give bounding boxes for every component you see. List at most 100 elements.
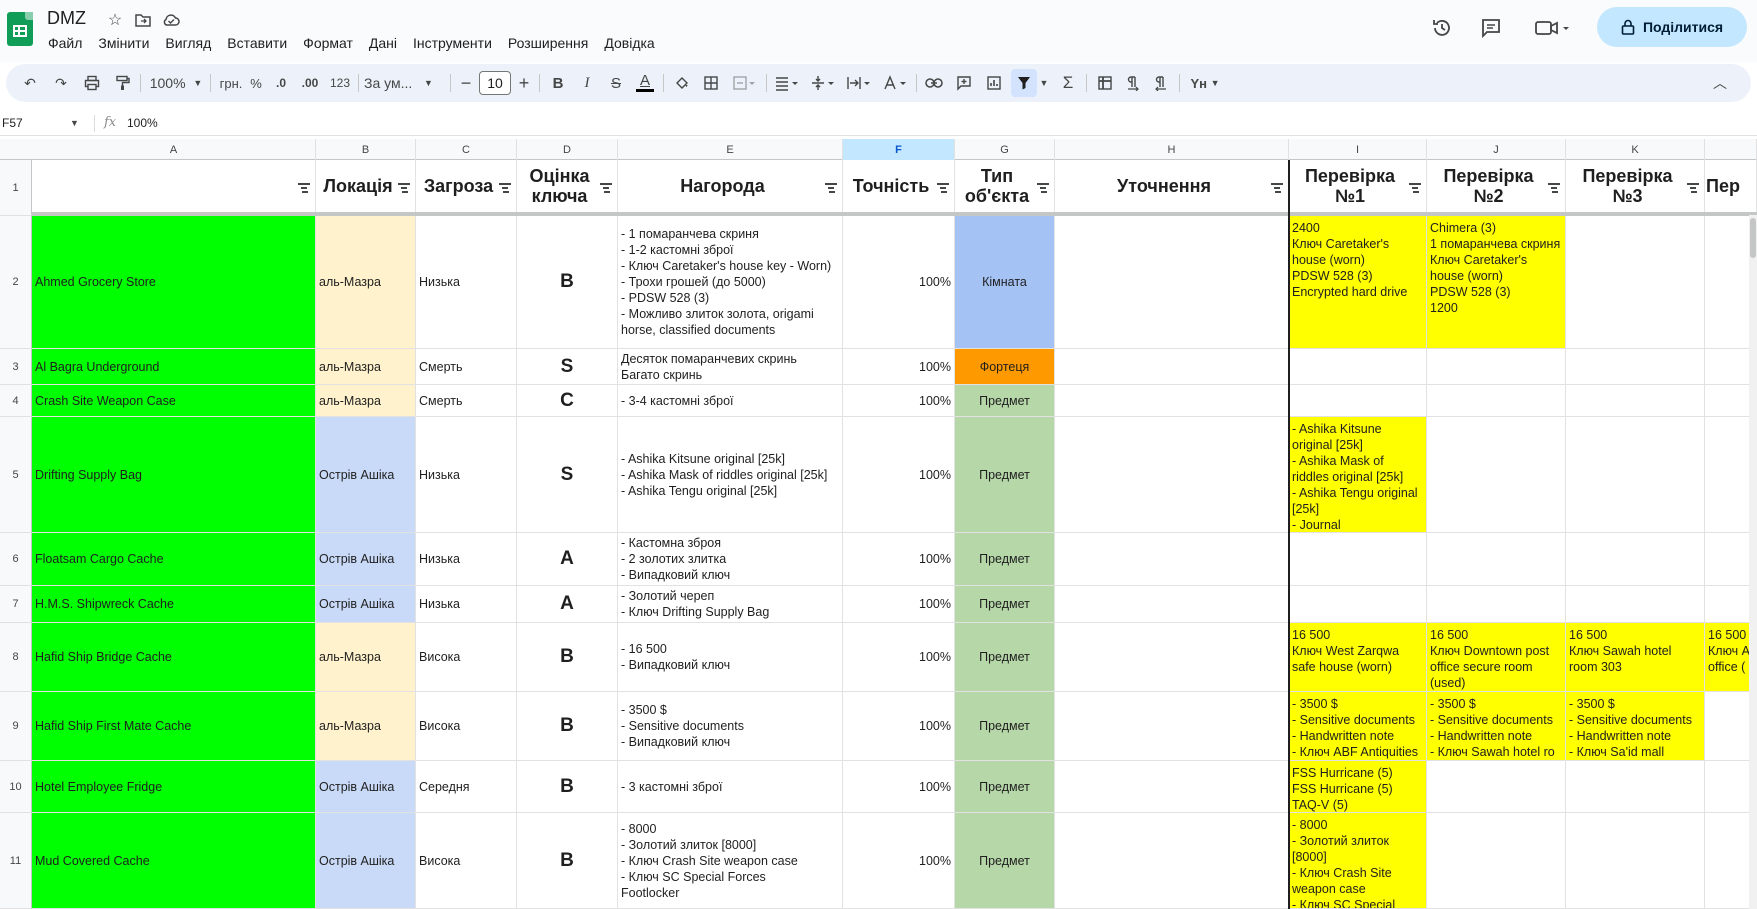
reward-cell[interactable]: - Ashika Kitsune original [25k] - Ashika… xyxy=(618,417,843,533)
clarification-cell[interactable] xyxy=(1055,623,1289,692)
threat-cell[interactable]: Висока xyxy=(416,692,517,761)
check1-cell[interactable] xyxy=(1289,586,1427,623)
header-cell[interactable]: Перевірка №3 xyxy=(1566,160,1705,212)
column-header-h[interactable]: H xyxy=(1055,139,1289,160)
header-cell[interactable] xyxy=(32,160,316,212)
check1-cell[interactable] xyxy=(1289,349,1427,385)
grade-cell[interactable]: B xyxy=(517,692,618,761)
check2-cell[interactable]: 16 500 Ключ Downtown post office secure … xyxy=(1427,623,1566,692)
check2-cell[interactable] xyxy=(1427,586,1566,623)
row-header[interactable]: 9 xyxy=(0,692,32,761)
scrollbar-thumb[interactable] xyxy=(1750,218,1756,258)
type-cell[interactable]: Предмет xyxy=(955,813,1055,909)
font-family-select[interactable]: За ум... ▼ xyxy=(364,69,444,97)
column-header-e[interactable]: E xyxy=(618,139,843,160)
column-header-b[interactable]: B xyxy=(316,139,416,160)
name-cell[interactable]: Crash Site Weapon Case xyxy=(32,385,316,417)
row-header[interactable]: 1 xyxy=(0,160,32,216)
filter-dropdown-icon[interactable] xyxy=(398,183,410,193)
type-cell[interactable]: Предмет xyxy=(955,623,1055,692)
type-cell[interactable]: Предмет xyxy=(955,533,1055,586)
strikethrough-button[interactable]: S xyxy=(602,69,630,97)
location-cell[interactable]: аль-Мазра xyxy=(316,385,416,417)
check1-cell[interactable]: FSS Hurricane (5) FSS Hurricane (5) TAQ-… xyxy=(1289,761,1427,813)
location-cell[interactable]: аль-Мазра xyxy=(316,623,416,692)
menu-tools[interactable]: Інструменти xyxy=(405,34,500,52)
name-cell[interactable]: Drifting Supply Bag xyxy=(32,417,316,533)
share-button[interactable]: Поділитися xyxy=(1597,7,1747,47)
clarification-cell[interactable] xyxy=(1055,385,1289,417)
menu-format[interactable]: Формат xyxy=(295,34,361,52)
check1-cell[interactable] xyxy=(1289,533,1427,586)
clarification-cell[interactable] xyxy=(1055,533,1289,586)
menu-file[interactable]: Файл xyxy=(40,34,90,52)
filter-dropdown-icon[interactable] xyxy=(1037,183,1049,193)
accuracy-cell[interactable]: 100% xyxy=(843,216,955,349)
clarification-cell[interactable] xyxy=(1055,417,1289,533)
check1-cell[interactable]: 16 500 Ключ West Zarqwa safe house (worn… xyxy=(1289,623,1427,692)
increase-decimal-button[interactable]: .00 xyxy=(295,69,325,97)
column-header-d[interactable]: D xyxy=(517,139,618,160)
grade-cell[interactable]: B xyxy=(517,813,618,909)
check2-cell[interactable] xyxy=(1427,761,1566,813)
move-folder-icon[interactable] xyxy=(132,9,154,31)
merge-cells-icon[interactable] xyxy=(726,69,762,97)
accuracy-cell[interactable]: 100% xyxy=(843,417,955,533)
filter-dropdown-icon[interactable] xyxy=(825,183,837,193)
star-icon[interactable]: ☆ xyxy=(104,9,126,31)
paint-format-icon[interactable] xyxy=(109,69,137,97)
name-cell[interactable]: Mud Covered Cache xyxy=(32,813,316,909)
undo-icon[interactable]: ↶ xyxy=(16,69,44,97)
clarification-cell[interactable] xyxy=(1055,692,1289,761)
font-size-input[interactable]: 10 xyxy=(479,71,511,95)
row-header[interactable]: 10 xyxy=(0,761,32,813)
check1-cell[interactable]: 2400 Ключ Caretaker's house (worn) PDSW … xyxy=(1289,216,1427,349)
threat-cell[interactable]: Смерть xyxy=(416,385,517,417)
reward-cell[interactable]: - 16 500 - Випадковий ключ xyxy=(618,623,843,692)
type-cell[interactable]: Предмет xyxy=(955,385,1055,417)
check3-cell[interactable] xyxy=(1566,417,1705,533)
filter-dropdown-icon[interactable] xyxy=(298,183,310,193)
row-header[interactable]: 7 xyxy=(0,586,32,623)
type-cell[interactable]: Кімната xyxy=(955,216,1055,349)
filter-icon[interactable] xyxy=(1011,69,1037,97)
column-header-l[interactable] xyxy=(1705,139,1757,160)
check3-cell[interactable] xyxy=(1566,349,1705,385)
ltr-text-direction-icon[interactable] xyxy=(1119,69,1147,97)
check2-cell[interactable]: Chimera (3) 1 помаранчева скриня Ключ Ca… xyxy=(1427,216,1566,349)
row-header[interactable]: 11 xyxy=(0,813,32,909)
menu-edit[interactable]: Змінити xyxy=(90,34,157,52)
row-header[interactable]: 6 xyxy=(0,533,32,586)
location-cell[interactable]: Острів Ашіка xyxy=(316,533,416,586)
threat-cell[interactable]: Низька xyxy=(416,417,517,533)
column-header-c[interactable]: C xyxy=(416,139,517,160)
check1-cell[interactable]: - 8000 - Золотий злиток [8000] - Ключ Cr… xyxy=(1289,813,1427,909)
insert-link-icon[interactable] xyxy=(920,69,948,97)
fill-color-icon[interactable] xyxy=(668,69,696,97)
row-header[interactable]: 2 xyxy=(0,216,32,349)
check2-cell[interactable] xyxy=(1427,349,1566,385)
accuracy-cell[interactable]: 100% xyxy=(843,385,955,417)
check2-cell[interactable] xyxy=(1427,385,1566,417)
location-cell[interactable]: аль-Мазра xyxy=(316,216,416,349)
reward-cell[interactable]: - 8000 - Золотий злиток [8000] - Ключ Cr… xyxy=(618,813,843,909)
header-cell[interactable]: Пер xyxy=(1705,160,1757,212)
filter-dropdown-icon[interactable] xyxy=(499,183,511,193)
type-cell[interactable]: Предмет xyxy=(955,586,1055,623)
reward-cell[interactable]: - Кастомна зброя - 2 золотих злитка - Ви… xyxy=(618,533,843,586)
column-header-g[interactable]: G xyxy=(955,139,1055,160)
accuracy-cell[interactable]: 100% xyxy=(843,586,955,623)
name-cell[interactable]: Hafid Ship Bridge Cache xyxy=(32,623,316,692)
check3-cell[interactable] xyxy=(1566,216,1705,349)
accuracy-cell[interactable]: 100% xyxy=(843,349,955,385)
name-cell[interactable]: Hafid Ship First Mate Cache xyxy=(32,692,316,761)
currency-format-button[interactable]: грн. xyxy=(216,69,246,97)
name-cell[interactable]: Al Bagra Underground xyxy=(32,349,316,385)
check3-cell[interactable]: - 3500 $ - Sensitive documents - Handwri… xyxy=(1566,692,1705,761)
check3-cell[interactable] xyxy=(1566,385,1705,417)
column-header-a[interactable]: A xyxy=(32,139,316,160)
meet-video-icon[interactable] xyxy=(1530,14,1576,42)
clarification-cell[interactable] xyxy=(1055,761,1289,813)
type-cell[interactable]: Предмет xyxy=(955,692,1055,761)
reward-cell[interactable]: - 3 кастомні зброї xyxy=(618,761,843,813)
